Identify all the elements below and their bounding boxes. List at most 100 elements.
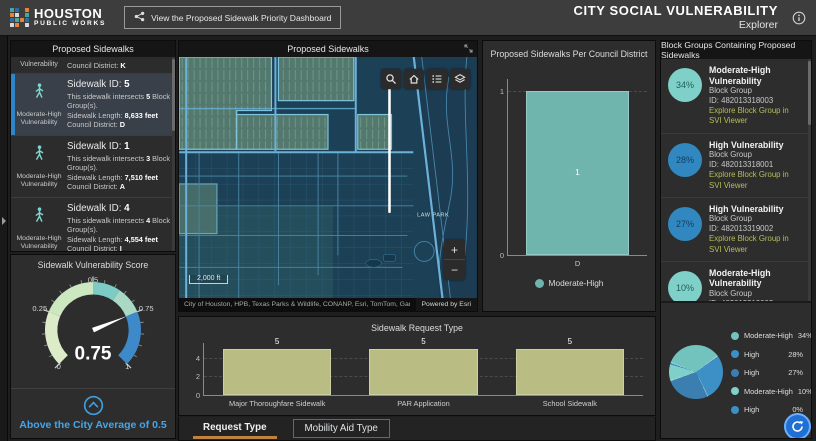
list-item[interactable]: 10% Moderate-High Vulnerability Block Grou… [661,262,811,301]
bar[interactable] [223,348,332,395]
pie-legend-row[interactable]: Moderate-High 10% [731,386,811,396]
legend-label: Moderate-High [548,278,604,288]
legend-swatch [731,331,739,340]
list-item[interactable]: 34% Moderate-High Vulnerability Block Grou… [661,59,811,134]
intersects-line: This sidewalk intersects 5 Block Group(s… [67,92,171,111]
gauge-title: Sidewalk Vulnerability Score [37,260,149,270]
search-icon[interactable] [381,68,401,89]
chart-title: Sidewalk Request Type [371,323,463,333]
gauge-arc-segment [112,290,138,317]
tab-mobility-aid-type[interactable]: Mobility Aid Type [292,419,390,438]
value-text: D [119,120,125,130]
bar[interactable] [515,348,624,395]
tab-request-type[interactable]: Request Type [193,418,277,439]
pedestrian-icon [31,205,48,232]
svi-viewer-link[interactable]: Explore Block Group in SVI Viewer [709,106,801,126]
value-text: 4 [124,202,130,214]
sidewalk-id-line: Sidewalk ID: 1 [67,140,130,152]
sidewalk-details: Sidewalk ID: 5 This sidewalk intersects 5… [67,79,171,130]
pie-legend-row[interactable]: High 28% [731,350,803,359]
powered-by-esri[interactable]: Powered by Esri [415,298,477,311]
zoom-out-button[interactable]: − [444,260,465,280]
y-tick-label: 0 [195,391,200,400]
arrow-up-circle-icon [83,395,103,416]
expand-icon[interactable] [464,44,474,54]
legend-swatch [731,405,739,414]
vulnerability-pie-chart[interactable] [669,345,723,399]
priority-dashboard-button[interactable]: View the Proposed Sidewalk Priority Dash… [124,6,342,29]
value-text: 8,633 feet [124,110,158,120]
gauge-tick-label: 0 [57,362,61,371]
proposed-sidewalks-list-panel: Proposed Sidewalks Vulnerability Council… [10,40,176,252]
block-group-details: Moderate-High VulnerabilityBlock GroupID… [709,65,801,127]
list-item[interactable]: 27% High Vulnerability Block Group ID: 4820… [661,198,811,262]
legend-label: High [744,405,760,414]
district-label: Council District: [67,61,119,70]
legend-list-icon[interactable] [427,68,447,89]
info-icon[interactable] [792,11,806,25]
layers-icon[interactable] [450,68,470,89]
gauge-tick-label: 0.5 [88,276,99,285]
list-item[interactable]: Moderate-High Vulnerability Sidewalk ID: … [11,74,175,136]
length-line: Sidewalk Length: 4,554 feet [67,234,158,244]
bar[interactable] [369,348,478,395]
zoom-in-button[interactable]: + [444,240,465,261]
vulnerability-title: High Vulnerability [709,139,784,150]
list-item[interactable]: 28% High Vulnerability Block Group ID: 4820… [661,134,811,198]
block-list-scrollbar-thumb[interactable] [808,61,811,125]
svi-viewer-link[interactable]: Explore Block Group in SVI Viewer [709,234,801,254]
list-item[interactable]: Moderate-High Vulnerability Sidewalk ID: … [11,135,175,198]
gauge-tick-label: 1 [125,362,129,371]
y-tick-label: 2 [195,372,200,382]
chart-title: Proposed Sidewalks Per Council District [490,49,648,59]
bar-value-label: 5 [274,336,280,346]
percentage-circle: 10% [668,270,702,301]
legend-label: Moderate-High [744,386,793,396]
sidewalk-details: Sidewalk ID: 4 This sidewalk intersects 4… [67,202,171,251]
logo-blocks-icon [10,8,29,27]
vulnerability-label: Moderate-High Vulnerability [16,111,62,127]
list-item[interactable]: Moderate-High Vulnerability Sidewalk ID: … [11,197,175,251]
park-label: LAW PARK [417,213,449,219]
refresh-button[interactable] [784,413,811,438]
share-icon [134,11,145,24]
x-axis-label: School Sidewalk [542,399,597,408]
legend-label: High [744,349,760,359]
legend-swatch [731,387,739,395]
intersects-line: This sidewalk intersects 4 Block Group(s… [67,215,171,235]
sidewalk-id-line: Sidewalk ID: 4 [67,202,130,214]
y-tick-label: 1 [499,86,504,96]
block-group-details: High Vulnerability Block Group ID: 4820133… [709,140,801,191]
legend-percentage: 34% [797,331,812,340]
block-group-details: High Vulnerability Block Group ID: 4820133… [709,204,801,255]
expand-panel-arrow[interactable] [0,210,8,232]
x-axis-label: Major Thoroughfare Sidewalk [228,399,326,408]
chart-plot-area: 0 1 1 D [500,79,647,268]
district-value: K [120,61,126,70]
map-canvas[interactable]: LAW PARK 2,000 ft + − [179,56,477,299]
request-type-chart: 0 2 4 5 Major Thoroughfare Sidewalk 5 PAR Appl… [179,337,655,408]
pie-legend-row[interactable]: High 0% [731,405,803,414]
value-text: 5 [146,92,151,101]
value-text: A [119,182,125,192]
gauge-arc-segment [117,311,141,365]
chart-tabs: Request Type Mobility Aid Type [178,417,656,441]
block-list-scrollbar[interactable] [808,59,811,301]
pie-legend-row[interactable]: Moderate-High 34% [731,331,811,340]
chart-legend[interactable]: Moderate-High [483,278,655,288]
block-group-label: Block Group [709,214,752,224]
list-scrollbar[interactable] [172,57,175,251]
list-scrollbar-thumb[interactable] [172,59,175,131]
pie-legend-row[interactable]: High 27% [731,368,803,377]
home-icon[interactable] [404,68,424,89]
svi-viewer-link[interactable]: Explore Block Group in SVI Viewer [709,170,801,190]
vulnerability-cell: Moderate-High Vulnerability [11,203,67,251]
list-item-partial[interactable]: Vulnerability Council District: K [11,57,175,74]
block-group-items: 34% Moderate-High Vulnerability Block Grou… [661,59,811,301]
gauge-needle [92,315,128,333]
pedestrian-icon [31,81,48,108]
pedestrian-icon [31,143,48,170]
value-text: 3 [146,153,151,163]
dashboard-app: HOUSTON PUBLIC WORKS View the Proposed S… [0,0,816,441]
vulnerability-title: High Vulnerability [709,203,784,214]
